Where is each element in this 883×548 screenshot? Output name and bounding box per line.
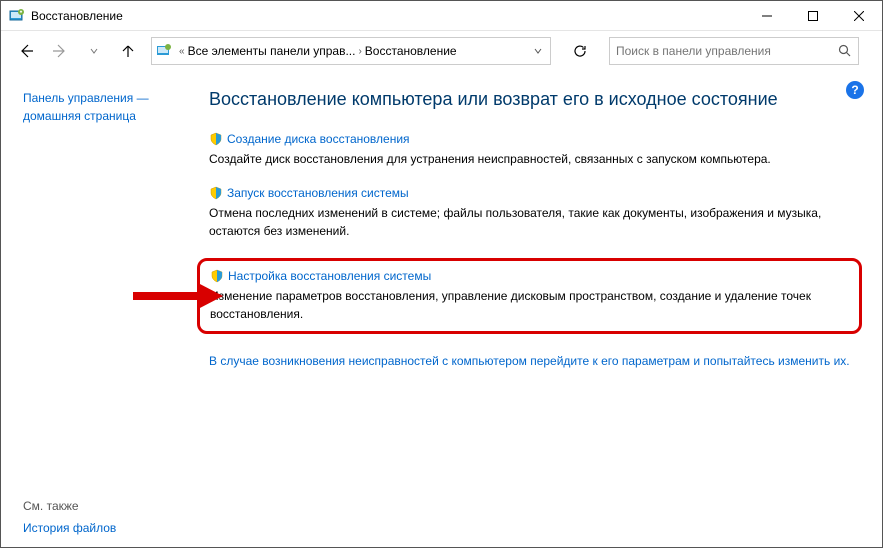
configure-restore-desc: Изменение параметров восстановления, упр…	[210, 287, 849, 323]
file-history-link[interactable]: История файлов	[23, 521, 116, 535]
control-panel-icon	[156, 43, 172, 59]
recovery-icon	[9, 8, 25, 24]
chevron-right-icon[interactable]: ›	[355, 46, 364, 57]
create-recovery-drive-link[interactable]: Создание диска восстановления	[227, 132, 410, 146]
option-create-recovery-drive: Создание диска восстановления Создайте д…	[209, 132, 858, 168]
navbar: « Все элементы панели управ... › Восстан…	[1, 31, 882, 71]
see-also-label: См. также	[23, 499, 116, 513]
window: Восстановление « Все элементы панели упр…	[0, 0, 883, 548]
annotation-arrow	[133, 281, 223, 314]
main: Восстановление компьютера или возврат ег…	[201, 71, 882, 547]
minimize-button[interactable]	[744, 1, 790, 31]
search-icon[interactable]	[838, 44, 852, 58]
breadcrumb[interactable]: « Все элементы панели управ... › Восстан…	[151, 37, 551, 65]
create-recovery-drive-desc: Создайте диск восстановления для устране…	[209, 150, 858, 168]
system-restore-desc: Отмена последних изменений в системе; фа…	[209, 204, 858, 240]
back-button[interactable]	[11, 36, 41, 66]
recent-dropdown[interactable]	[79, 36, 109, 66]
breadcrumb-item-1[interactable]: Все элементы панели управ...	[188, 44, 356, 58]
configure-restore-link[interactable]: Настройка восстановления системы	[228, 269, 431, 283]
search-box[interactable]	[609, 37, 859, 65]
breadcrumb-item-2[interactable]: Восстановление	[365, 44, 457, 58]
shield-icon	[209, 132, 223, 146]
titlebar: Восстановление	[1, 1, 882, 31]
window-title: Восстановление	[31, 9, 123, 23]
forward-button[interactable]	[45, 36, 75, 66]
search-input[interactable]	[616, 44, 834, 58]
maximize-button[interactable]	[790, 1, 836, 31]
option-configure-restore: Настройка восстановления системы Изменен…	[197, 258, 862, 334]
breadcrumb-prefix: «	[176, 46, 188, 57]
system-restore-link[interactable]: Запуск восстановления системы	[227, 186, 409, 200]
option-system-restore: Запуск восстановления системы Отмена пос…	[209, 186, 858, 240]
shield-icon	[209, 186, 223, 200]
troubleshoot-link[interactable]: В случае возникновения неисправностей с …	[209, 352, 858, 370]
page-title: Восстановление компьютера или возврат ег…	[209, 89, 858, 110]
breadcrumb-dropdown[interactable]	[530, 44, 546, 58]
close-button[interactable]	[836, 1, 882, 31]
up-button[interactable]	[113, 36, 143, 66]
refresh-button[interactable]	[565, 37, 595, 65]
control-panel-home-link[interactable]: Панель управления — домашняя страница	[23, 89, 187, 125]
